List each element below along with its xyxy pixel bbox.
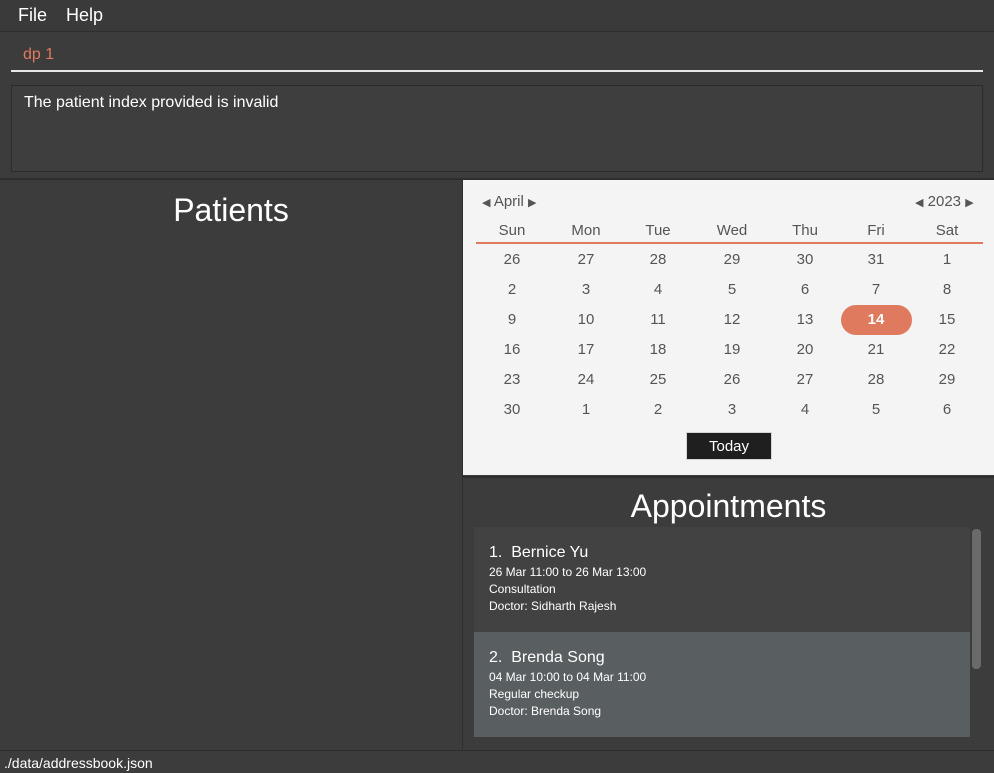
result-display: The patient index provided is invalid [11, 85, 983, 172]
year-selector: ◀ 2023 ▶ [915, 193, 974, 210]
patients-title: Patients [173, 192, 289, 228]
calendar-day-selected[interactable]: 14 [840, 305, 912, 335]
calendar-day[interactable]: 27 [556, 251, 616, 269]
calendar-day[interactable]: 21 [846, 341, 906, 359]
calendar-day[interactable]: 7 [846, 281, 906, 299]
calendar-day[interactable]: 26 [482, 251, 542, 269]
calendar-day[interactable]: 18 [628, 341, 688, 359]
appointment-card[interactable]: 1. Bernice Yu 26 Mar 11:00 to 26 Mar 13:… [474, 527, 970, 632]
calendar-day[interactable]: 3 [556, 281, 616, 299]
calendar-day[interactable]: 4 [775, 401, 835, 419]
calendar-day[interactable]: 10 [556, 311, 616, 329]
calendar-day[interactable]: 24 [556, 371, 616, 389]
menu-bar: File Help [0, 0, 994, 32]
appointment-title: 1. Bernice Yu [489, 544, 589, 561]
patients-panel: Patients [0, 180, 463, 749]
calendar-day[interactable]: 23 [482, 371, 542, 389]
calendar-day[interactable]: 1 [556, 401, 616, 419]
weekday-label: Sat [935, 222, 959, 239]
appointment-scrollbar[interactable] [972, 529, 981, 669]
calendar-day[interactable]: 5 [702, 281, 762, 299]
appointment-doctor: Doctor: Brenda Song [489, 704, 602, 718]
weekday-label: Sun [498, 222, 526, 239]
next-month-icon[interactable]: ▶ [528, 197, 536, 209]
calendar-day[interactable]: 6 [917, 401, 977, 419]
calendar-day[interactable]: 30 [775, 251, 835, 269]
appointment-list: 1. Bernice Yu 26 Mar 11:00 to 26 Mar 13:… [474, 527, 970, 742]
weekday-label: Wed [716, 222, 748, 239]
calendar-day[interactable]: 15 [917, 311, 977, 329]
calendar-day[interactable]: 29 [917, 371, 977, 389]
appointments-panel: Appointments 1. Bernice Yu 26 Mar 11:00 … [463, 476, 994, 751]
month-selector: ◀ April ▶ [482, 193, 536, 210]
calendar-day[interactable]: 4 [628, 281, 688, 299]
appointment-card[interactable]: 2. Brenda Song 04 Mar 10:00 to 04 Mar 11… [474, 632, 970, 737]
calendar-day[interactable]: 31 [846, 251, 906, 269]
calendar-day[interactable]: 20 [775, 341, 835, 359]
weekday-label: Fri [867, 222, 885, 239]
result-message: The patient index provided is invalid [24, 94, 279, 111]
appointment-type: Consultation [489, 582, 556, 596]
calendar-day[interactable]: 8 [917, 281, 977, 299]
prev-month-icon[interactable]: ◀ [482, 197, 490, 209]
calendar-day[interactable]: 17 [556, 341, 616, 359]
today-button[interactable]: Today [686, 432, 772, 460]
weekday-label: Thu [792, 222, 818, 239]
calendar-day[interactable]: 28 [846, 371, 906, 389]
calendar-day[interactable]: 19 [702, 341, 762, 359]
next-year-icon[interactable]: ▶ [965, 197, 973, 209]
command-area: The patient index provided is invalid [0, 32, 994, 180]
calendar-day[interactable]: 12 [702, 311, 762, 329]
calendar-day[interactable]: 2 [482, 281, 542, 299]
prev-year-icon[interactable]: ◀ [915, 197, 923, 209]
weekday-label: Tue [645, 222, 671, 239]
calendar-day[interactable]: 22 [917, 341, 977, 359]
calendar-day[interactable]: 26 [702, 371, 762, 389]
calendar-day[interactable]: 1 [917, 251, 977, 269]
calendar-day[interactable]: 16 [482, 341, 542, 359]
calendar-day[interactable]: 28 [628, 251, 688, 269]
command-input[interactable] [11, 40, 983, 72]
calendar-day[interactable]: 5 [846, 401, 906, 419]
calendar-day[interactable]: 6 [775, 281, 835, 299]
menu-help[interactable]: Help [66, 5, 103, 26]
menu-file[interactable]: File [18, 5, 47, 26]
year-label: 2023 [927, 193, 962, 210]
calendar-day[interactable]: 27 [775, 371, 835, 389]
calendar-day[interactable]: 9 [482, 311, 542, 329]
calendar-day[interactable]: 30 [482, 401, 542, 419]
appointment-time: 04 Mar 10:00 to 04 Mar 11:00 [489, 670, 647, 684]
appointments-title: Appointments [630, 488, 827, 524]
calendar-day[interactable]: 11 [628, 311, 688, 329]
month-label: April [493, 193, 524, 210]
appointment-doctor: Doctor: Sidharth Rajesh [489, 599, 617, 613]
data-file-path: ./data/addressbook.json [4, 755, 153, 771]
calendar-day[interactable]: 13 [775, 311, 835, 329]
calendar-day[interactable]: 3 [702, 401, 762, 419]
appointment-time: 26 Mar 11:00 to 26 Mar 13:00 [489, 565, 647, 579]
appointment-title: 2. Brenda Song [489, 649, 605, 666]
status-bar: ./data/addressbook.json [0, 750, 994, 773]
calendar-day[interactable]: 25 [628, 371, 688, 389]
calendar-header-rule [476, 242, 983, 244]
weekday-label: Mon [571, 222, 601, 239]
calendar-day[interactable]: 29 [702, 251, 762, 269]
appointment-type: Regular checkup [489, 687, 580, 701]
calendar-day[interactable]: 2 [628, 401, 688, 419]
calendar: ◀ April ▶ ◀ 2023 ▶ Sun Mon Tue Wed Thu Fri Sat… [463, 180, 994, 475]
